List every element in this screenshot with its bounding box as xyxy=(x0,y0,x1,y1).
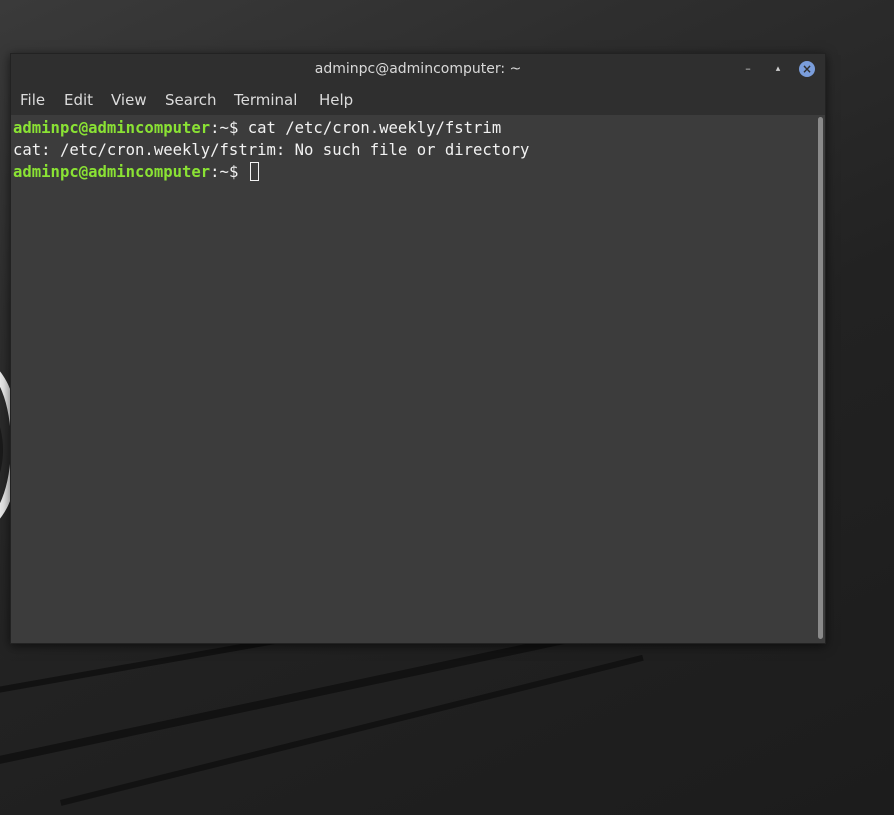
command-text: cat /etc/cron.weekly/fstrim xyxy=(247,119,502,137)
menu-search[interactable]: Search xyxy=(164,85,218,115)
minimize-button[interactable]: – xyxy=(739,60,757,78)
menu-help[interactable]: Help xyxy=(318,85,354,115)
close-button[interactable]: × xyxy=(799,61,815,77)
close-icon: × xyxy=(801,62,813,76)
terminal-line: adminpc@admincomputer:~$ xyxy=(13,161,259,183)
prompt-user: adminpc@admincomputer xyxy=(13,119,211,137)
menu-edit[interactable]: Edit xyxy=(63,85,94,115)
terminal-line: adminpc@admincomputer:~$ cat /etc/cron.w… xyxy=(13,117,501,139)
menu-terminal[interactable]: Terminal xyxy=(233,85,298,115)
terminal-output-line: cat: /etc/cron.weekly/fstrim: No such fi… xyxy=(13,141,530,159)
scrollbar-thumb[interactable] xyxy=(818,117,823,639)
terminal-window[interactable]: adminpc@admincomputer: ~ – ▴ × File Edit… xyxy=(10,53,826,644)
prompt-symbol: $ xyxy=(228,119,248,137)
text-cursor xyxy=(249,162,259,181)
terminal-content[interactable]: adminpc@admincomputer:~$ cat /etc/cron.w… xyxy=(11,115,817,643)
menu-file[interactable]: File xyxy=(19,85,46,115)
prompt-path: :~ xyxy=(210,119,229,137)
menu-bar: File Edit View Search Terminal Help xyxy=(11,85,825,115)
menu-view[interactable]: View xyxy=(110,85,148,115)
maximize-icon: ▴ xyxy=(775,64,781,74)
window-title: adminpc@admincomputer: ~ xyxy=(314,61,522,77)
title-bar[interactable]: adminpc@admincomputer: ~ – ▴ × xyxy=(11,54,825,85)
minimize-icon: – xyxy=(745,62,751,75)
prompt-path: :~ xyxy=(210,163,229,181)
vertical-scrollbar[interactable] xyxy=(817,115,825,643)
maximize-button[interactable]: ▴ xyxy=(769,60,787,78)
prompt-symbol: $ xyxy=(228,163,248,181)
prompt-user: adminpc@admincomputer xyxy=(13,163,211,181)
